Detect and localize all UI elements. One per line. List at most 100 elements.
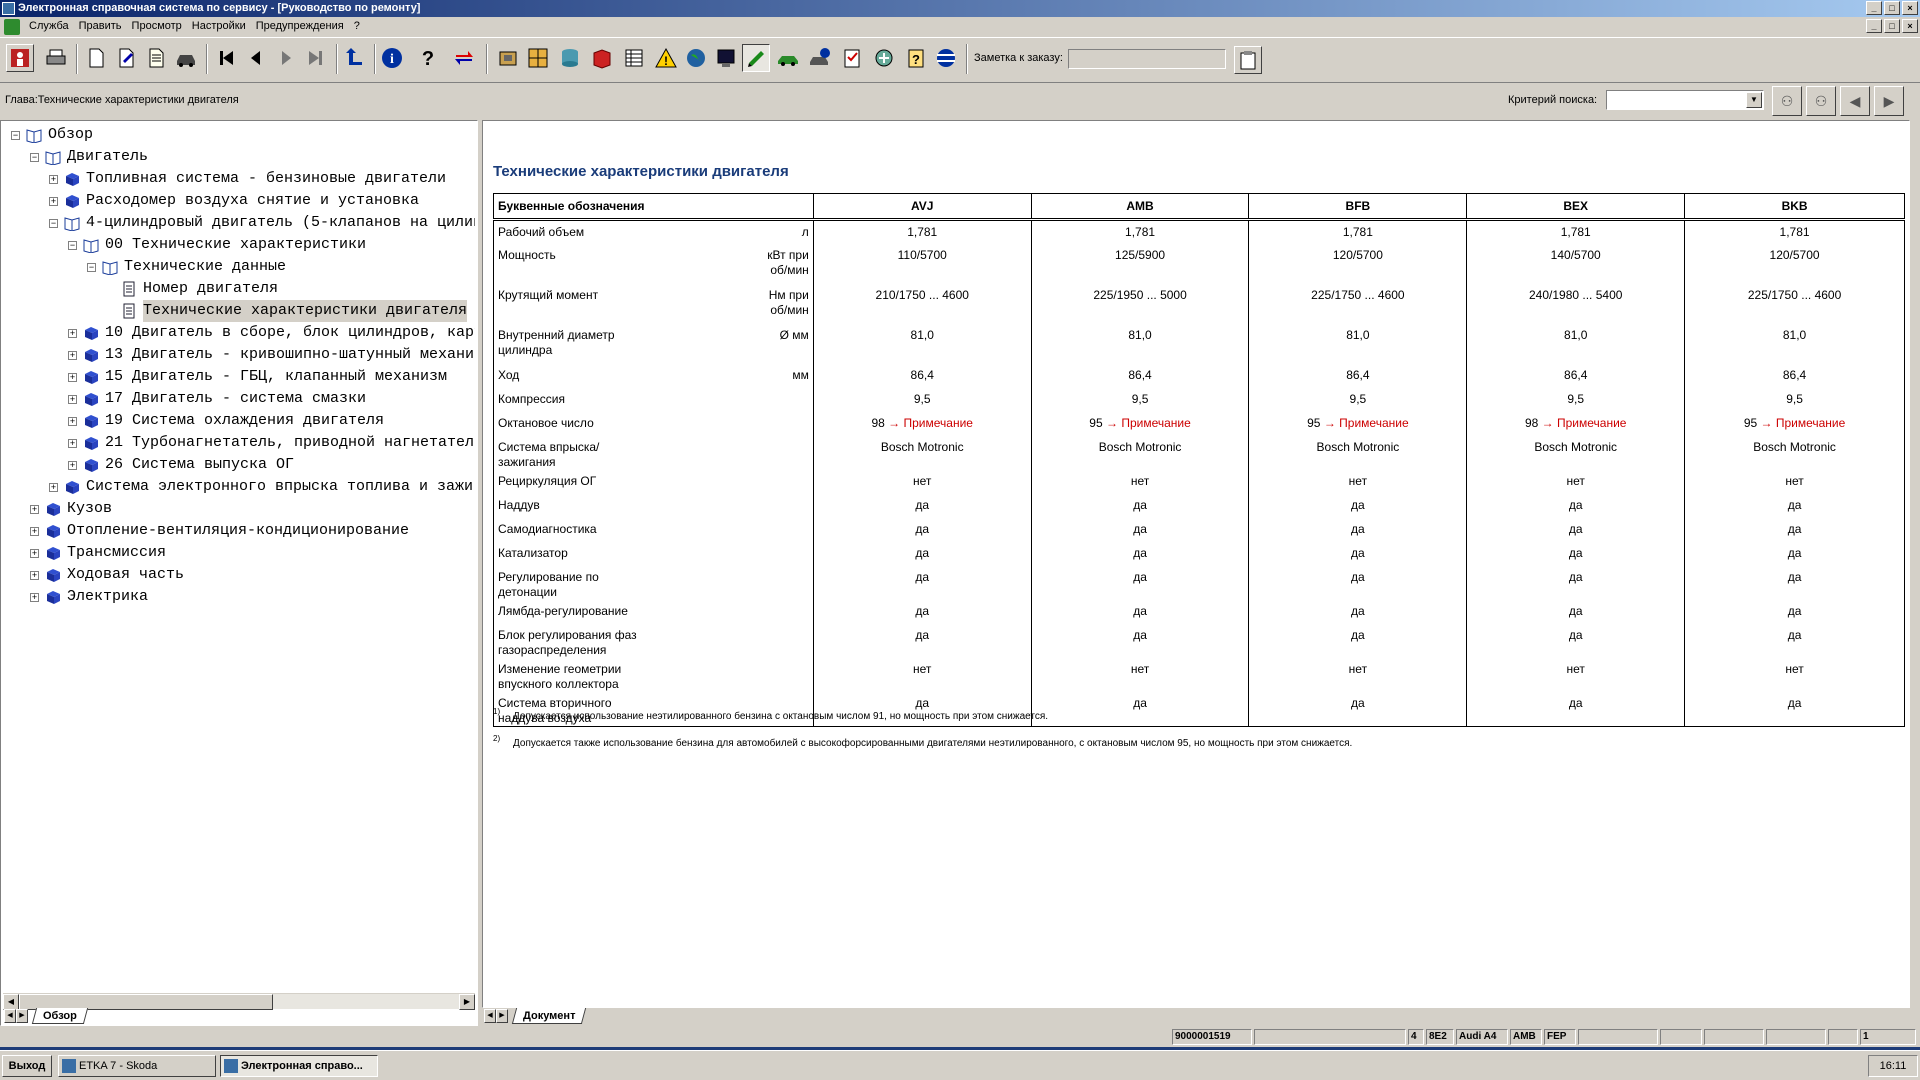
new-page-icon[interactable] xyxy=(82,44,110,72)
expand-icon[interactable]: + xyxy=(68,460,77,470)
car-icon[interactable] xyxy=(172,44,200,72)
maximize-button[interactable]: □ xyxy=(1884,1,1900,15)
tree-node[interactable]: +26 Система выпуска ОГ xyxy=(68,454,294,476)
note-link[interactable]: → Примечание xyxy=(1542,416,1627,430)
database-icon[interactable] xyxy=(556,44,584,72)
tree-node[interactable]: + Расходомер воздуха снятие и установка xyxy=(49,190,419,212)
mdi-minimize-button[interactable]: _ xyxy=(1866,19,1882,33)
search-criterion-select[interactable]: ▼ xyxy=(1606,90,1764,110)
expand-icon[interactable]: + xyxy=(68,438,77,448)
tree-node[interactable]: − Технические данные xyxy=(87,256,286,278)
expand-icon[interactable]: + xyxy=(49,482,58,492)
doc-tab-prev-icon[interactable]: ◀ xyxy=(484,1009,496,1023)
chevron-down-icon[interactable]: ▼ xyxy=(1746,92,1762,108)
tree-node[interactable]: + Отопление-вентиляция-кондиционирование xyxy=(30,520,409,542)
tree-node[interactable]: +15 Двигатель - ГБЦ, клапанный механизм xyxy=(68,366,447,388)
expand-icon[interactable]: + xyxy=(30,526,39,536)
go-up-icon[interactable] xyxy=(340,44,368,72)
tree-node[interactable]: Номер двигателя xyxy=(106,278,278,300)
menu-item-edit[interactable]: Править xyxy=(74,17,127,36)
tree-node[interactable]: + Система электронного впрыска топлива и … xyxy=(49,476,475,498)
help-document-icon[interactable]: ? xyxy=(902,44,930,72)
tree-node[interactable]: − 4-цилиндровый двигатель (5-клапанов на … xyxy=(49,212,475,234)
network-icon[interactable] xyxy=(932,44,960,72)
engine-module-icon[interactable] xyxy=(494,44,522,72)
expand-icon[interactable]: + xyxy=(49,196,58,206)
tree-node[interactable]: + Ходовая часть xyxy=(30,564,184,586)
table-icon[interactable] xyxy=(620,44,648,72)
tab-prev-icon[interactable]: ◀ xyxy=(4,1009,16,1023)
print-icon[interactable] xyxy=(42,44,70,72)
red-book-icon[interactable] xyxy=(588,44,616,72)
tree-node[interactable]: +21 Турбонагнетатель, приводной нагнетат… xyxy=(68,432,475,454)
expand-icon[interactable]: + xyxy=(68,328,77,338)
tree-node[interactable]: + Кузов xyxy=(30,498,112,520)
menu-item-help[interactable]: ? xyxy=(349,17,365,36)
mdi-restore-button[interactable]: □ xyxy=(1884,19,1900,33)
help-icon[interactable]: ? xyxy=(414,44,442,72)
car-info-icon[interactable] xyxy=(806,44,834,72)
menu-item-settings[interactable]: Настройки xyxy=(187,17,251,36)
search-prev-icon[interactable]: ◀ xyxy=(1840,86,1870,116)
tree-node[interactable]: − Двигатель xyxy=(30,146,148,168)
tree-node[interactable]: +19 Система охлаждения двигателя xyxy=(68,410,384,432)
tree-node[interactable]: +17 Двигатель - система смазки xyxy=(68,388,366,410)
expand-icon[interactable]: + xyxy=(68,416,77,426)
search-next-icon[interactable]: ▶ xyxy=(1874,86,1904,116)
close-button[interactable]: × xyxy=(1902,1,1918,15)
expand-icon[interactable]: + xyxy=(30,548,39,558)
checklist-icon[interactable] xyxy=(838,44,866,72)
expand-icon[interactable]: + xyxy=(30,592,39,602)
tree-node[interactable]: + Топливная система - бензиновые двигател… xyxy=(49,168,446,190)
expand-icon[interactable]: + xyxy=(30,570,39,580)
grid-module-icon[interactable] xyxy=(524,44,552,72)
tree-node[interactable]: +13 Двигатель - кривошипно-шатунный меха… xyxy=(68,344,475,366)
search-people-alt-icon[interactable]: ⚇ xyxy=(1806,86,1836,116)
start-button[interactable]: Выход xyxy=(2,1055,52,1077)
tree-node[interactable]: Технические характеристики двигателя xyxy=(106,300,468,322)
expand-icon[interactable]: + xyxy=(68,394,77,404)
collapse-icon[interactable]: − xyxy=(68,240,77,250)
exit-app-icon[interactable] xyxy=(6,44,34,72)
next-page-icon[interactable] xyxy=(272,44,300,72)
globe-icon[interactable] xyxy=(682,44,710,72)
tab-overview[interactable]: Обзор xyxy=(31,1008,88,1024)
tab-document[interactable]: Документ xyxy=(511,1008,587,1024)
collapse-icon[interactable]: − xyxy=(11,130,20,140)
tree-node[interactable]: +10 Двигатель в сборе, блок цилиндров, к… xyxy=(68,322,475,344)
info-icon[interactable]: i xyxy=(378,44,406,72)
document-list-icon[interactable] xyxy=(142,44,170,72)
note-link[interactable]: → Примечание xyxy=(888,416,973,430)
note-link[interactable]: → Примечание xyxy=(1324,416,1409,430)
warning-icon[interactable]: ! xyxy=(652,44,680,72)
mdi-close-button[interactable]: × xyxy=(1902,19,1918,33)
clipboard-icon[interactable] xyxy=(1234,46,1262,74)
expand-icon[interactable]: + xyxy=(68,372,77,382)
app-icon[interactable] xyxy=(2,2,15,15)
tree-node[interactable]: − 00 Технические характеристики xyxy=(68,234,366,256)
collapse-icon[interactable]: − xyxy=(87,262,96,272)
expand-icon[interactable]: + xyxy=(30,504,39,514)
menu-item-warnings[interactable]: Предупреждения xyxy=(251,17,349,36)
expand-icon[interactable]: + xyxy=(68,350,77,360)
tree-node[interactable]: + Электрика xyxy=(30,586,148,608)
doc-tab-next-icon[interactable]: ▶ xyxy=(496,1009,508,1023)
scroll-right-icon[interactable]: ▶ xyxy=(459,994,475,1010)
tab-next-icon[interactable]: ▶ xyxy=(16,1009,28,1023)
order-note-input[interactable] xyxy=(1068,49,1226,69)
switch-icon[interactable] xyxy=(450,44,478,72)
expand-icon[interactable]: + xyxy=(49,174,58,184)
last-page-icon[interactable] xyxy=(302,44,330,72)
first-page-icon[interactable] xyxy=(212,44,240,72)
repair-manual-icon[interactable] xyxy=(742,44,770,72)
diagnostics-icon[interactable] xyxy=(870,44,898,72)
car-green-icon[interactable] xyxy=(774,44,802,72)
edit-page-icon[interactable] xyxy=(112,44,140,72)
monitor-icon[interactable] xyxy=(712,44,740,72)
taskbar-item-etka[interactable]: ETKA 7 - Skoda xyxy=(58,1055,216,1077)
menu-item-service[interactable]: Служба xyxy=(24,17,74,36)
tree-node[interactable]: + Трансмиссия xyxy=(30,542,166,564)
menu-item-view[interactable]: Просмотр xyxy=(127,17,187,36)
collapse-icon[interactable]: − xyxy=(30,152,39,162)
document-icon[interactable] xyxy=(4,19,20,35)
